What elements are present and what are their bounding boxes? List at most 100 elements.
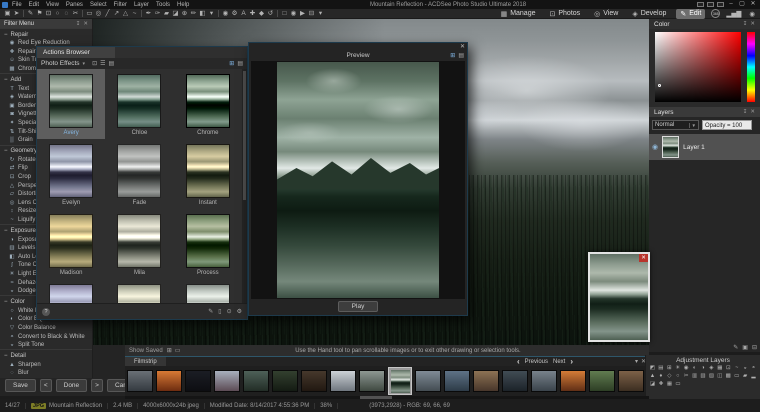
new-layer-icon[interactable]: ▣: [742, 344, 748, 351]
effect-chrome[interactable]: Chrome: [174, 69, 242, 139]
effects-scrollbar[interactable]: [242, 69, 247, 303]
acdsee-365-icon[interactable]: 365: [711, 9, 720, 18]
more-caret[interactable]: ▾: [316, 9, 325, 19]
view-mode-icon[interactable]: ▤: [108, 60, 114, 67]
filmstrip-thumbnail[interactable]: [214, 370, 240, 392]
show-original-icon[interactable]: □: [280, 9, 289, 19]
filmstrip-thumbnail[interactable]: [502, 370, 528, 392]
adj-dehaze-icon[interactable]: ◓: [750, 365, 757, 371]
menu-panes[interactable]: Panes: [66, 2, 83, 8]
adj-dodge-icon[interactable]: ◒: [742, 365, 749, 371]
curve-tool-icon[interactable]: ~: [130, 9, 139, 19]
gradient-tool-icon[interactable]: ▰: [162, 9, 171, 19]
red-eye-tool-icon[interactable]: ◉: [221, 9, 230, 19]
filter-menu-tab[interactable]: Filter Menu ↧ ✕: [0, 19, 92, 28]
duplicate-layer-icon[interactable]: ◪: [649, 381, 656, 387]
effect-partial[interactable]: [174, 279, 242, 303]
adj-histogram-icon[interactable]: ▂: [750, 373, 757, 379]
filter-item-convert-to-black-white[interactable]: ◓Convert to Black & White: [0, 332, 92, 341]
move-tool-icon[interactable]: ➤: [12, 9, 21, 19]
adj-fill-icon[interactable]: ▰: [742, 373, 749, 379]
filter-item-color-balance[interactable]: ▽Color Balance: [0, 324, 92, 333]
pane-left-toggle-icon[interactable]: [697, 2, 704, 7]
effect-avery[interactable]: Avery: [37, 69, 105, 139]
opacity-input[interactable]: Opacity = 100: [702, 120, 752, 130]
menu-view[interactable]: View: [46, 2, 59, 8]
flatten-icon[interactable]: ▭: [675, 381, 682, 387]
adj-levels-icon[interactable]: ▤: [657, 365, 664, 371]
lasso-tool-icon[interactable]: ◌: [62, 9, 71, 19]
filmstrip-thumbnail[interactable]: [272, 370, 298, 392]
rect-select-icon[interactable]: ▭: [85, 9, 94, 19]
menu-tools[interactable]: Tools: [156, 2, 170, 8]
filter-item-blur[interactable]: ◌Blur: [0, 369, 92, 377]
menu-file[interactable]: File: [12, 2, 22, 8]
previous-chevron-icon[interactable]: ‹: [517, 357, 520, 366]
filmstrip-thumbnail[interactable]: [473, 370, 499, 392]
draw-tool-icon[interactable]: ✏: [189, 9, 198, 19]
menu-select[interactable]: Select: [90, 2, 107, 8]
adj-vignette-icon[interactable]: ⊡: [725, 365, 732, 371]
brush-tool-icon[interactable]: ✑: [153, 9, 162, 19]
adj-color-eq-icon[interactable]: ◐: [691, 365, 698, 371]
cut-tool-icon[interactable]: ✂: [71, 9, 80, 19]
polygon-tool-icon[interactable]: △: [121, 9, 130, 19]
actions-browser-tab[interactable]: Actions Browser: [37, 47, 115, 58]
edit-layer-icon[interactable]: ✎: [733, 344, 738, 351]
zoom-fit-icon[interactable]: ⊞: [167, 347, 172, 354]
filmstrip-thumbnail[interactable]: [415, 370, 441, 392]
preview-close-icon[interactable]: ✕: [460, 43, 465, 50]
record-action-icon[interactable]: ✎: [208, 308, 213, 315]
filmstrip-thumbnail[interactable]: [330, 370, 356, 392]
delete-action-icon[interactable]: ▯: [218, 308, 221, 315]
filmstrip-scrollbar[interactable]: [125, 396, 649, 399]
pane-bottom-toggle-icon[interactable]: [707, 2, 714, 7]
filmstrip-thumbnail-selected[interactable]: [388, 367, 412, 395]
layers-tab[interactable]: Layers ↧ ✕: [649, 107, 760, 117]
close-icon[interactable]: ✕: [750, 21, 755, 27]
pin-icon[interactable]: ↧: [743, 21, 748, 27]
adj-blur-icon[interactable]: ◇: [666, 373, 673, 379]
chevron-down-icon[interactable]: ▾: [83, 61, 86, 67]
navigator-inset[interactable]: ✕: [588, 252, 650, 342]
adj-tone-icon[interactable]: ~: [733, 365, 740, 371]
saturation-value-picker[interactable]: [655, 32, 741, 102]
flag-tool-icon[interactable]: ⚑: [35, 9, 44, 19]
line-tool-icon[interactable]: ╱: [103, 9, 112, 19]
effect-partial[interactable]: [105, 279, 173, 303]
visibility-eye-icon[interactable]: ◉: [652, 143, 658, 151]
show-preview-icon[interactable]: ◉: [289, 9, 298, 19]
effect-evelyn[interactable]: Evelyn: [37, 139, 105, 209]
filmstrip-thumbnail[interactable]: [560, 370, 586, 392]
actions-browser-icon[interactable]: ▣: [3, 9, 12, 19]
mode-photos[interactable]: ⊡Photos: [545, 9, 584, 19]
effect-fade[interactable]: Fade: [105, 139, 173, 209]
clone-stamp-icon[interactable]: ⊕: [180, 9, 189, 19]
category-label[interactable]: Photo Effects: [41, 60, 80, 67]
adj-bw-icon[interactable]: ▩: [725, 373, 732, 379]
effect-madison[interactable]: Madison: [37, 209, 105, 279]
settings-gear-icon[interactable]: ⚙: [230, 9, 239, 19]
auto-hide-icon[interactable]: ⊞: [229, 60, 234, 67]
mode-view[interactable]: ◎View: [590, 9, 622, 19]
adj-white-balance-icon[interactable]: ◉: [683, 365, 690, 371]
quick-view-icon[interactable]: ◉: [749, 10, 755, 18]
adj-sharpen-icon[interactable]: ▲: [649, 373, 656, 379]
filmstrip-thumbnail[interactable]: [127, 370, 153, 392]
filmstrip-thumbnail[interactable]: [444, 370, 470, 392]
filmstrip-tab[interactable]: Filmstrip: [125, 357, 166, 366]
filmstrip-thumbnail[interactable]: [301, 370, 327, 392]
eyedropper-icon[interactable]: ✒: [144, 9, 153, 19]
adj-grain-icon[interactable]: ▥: [691, 373, 698, 379]
tool-options-caret[interactable]: ▾: [207, 9, 216, 19]
menu-help[interactable]: Help: [177, 2, 189, 8]
group-layers-icon[interactable]: ▦: [666, 381, 673, 387]
hand-tool-icon[interactable]: ◆: [257, 9, 266, 19]
menu-edit[interactable]: Edit: [29, 2, 39, 8]
mode-manage[interactable]: ▦Manage: [497, 9, 540, 19]
adj-crop-icon[interactable]: ✂: [683, 373, 690, 379]
delete-layer-icon[interactable]: ⊟: [752, 344, 757, 351]
filter-item-split-tone[interactable]: ◒Split Tone: [0, 341, 92, 350]
adj-noise-icon[interactable]: ○: [674, 373, 681, 379]
search-actions-icon[interactable]: ⊙: [227, 308, 232, 315]
